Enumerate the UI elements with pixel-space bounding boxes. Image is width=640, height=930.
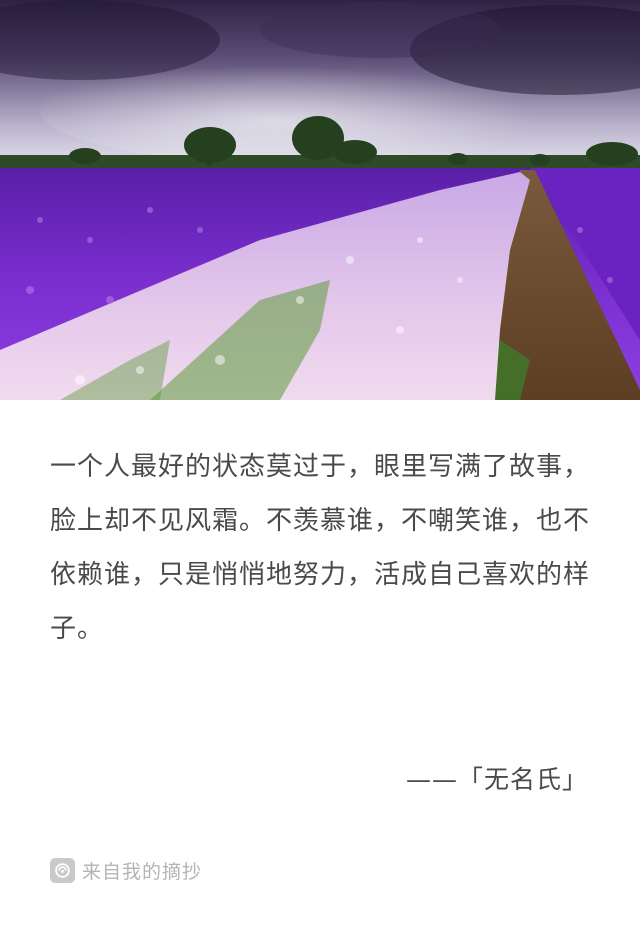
share-card: 一个人最好的状态莫过于，眼里写满了故事，脸上却不见风霜。不羡慕谁，不嘲笑谁，也不… (0, 0, 640, 930)
hero-image (0, 0, 640, 400)
quote-author: ——「无名氏」 (405, 765, 588, 794)
app-logo-icon (50, 857, 75, 883)
source-footer: 来自我的摘抄 (50, 855, 202, 885)
quote-text: 一个人最好的状态莫过于，眼里写满了故事，脸上却不见风霜。不羡慕谁，不嘲笑谁，也不… (50, 452, 591, 644)
source-label: 来自我的摘抄 (82, 860, 203, 883)
